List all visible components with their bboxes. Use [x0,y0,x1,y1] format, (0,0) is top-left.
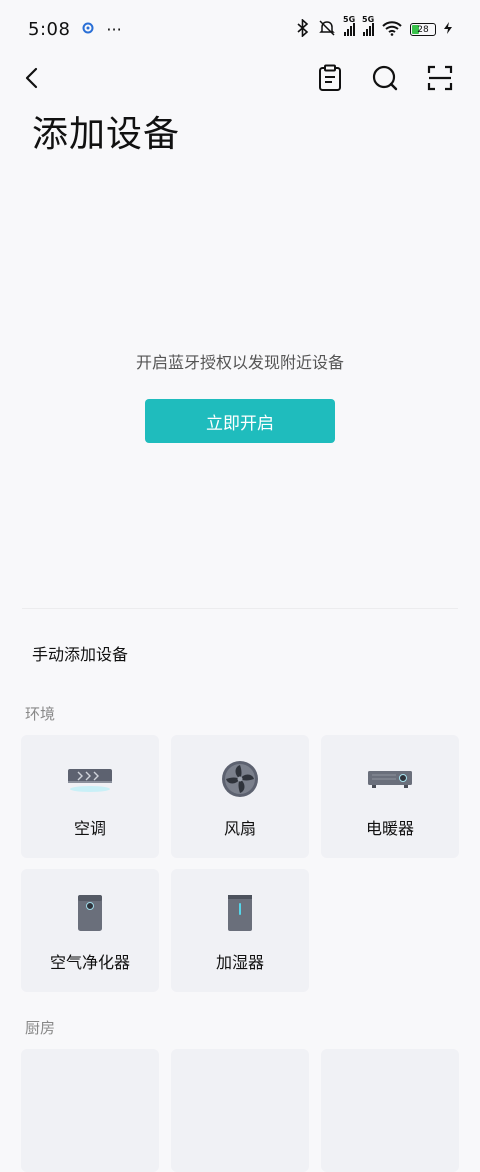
device-card-fan[interactable]: 风扇 [171,735,309,858]
scan-icon [427,65,453,91]
battery-icon: 28 [410,22,436,36]
scan-button[interactable] [422,60,458,96]
device-label: 风扇 [223,819,256,838]
network-type-label-2: 5G [362,15,375,24]
device-label: 空气净化器 [49,953,130,972]
app-notification-icon [82,19,94,39]
signal-strength-icon: 5G [343,15,355,36]
wifi-icon [382,20,402,39]
section-label-environment: 环境 [25,705,56,723]
more-notifications-icon: ··· [106,19,122,39]
page-title: 添加设备 [32,114,181,155]
charging-icon [444,21,452,37]
battery-level: 28 [417,24,429,35]
network-type-label: 5G [343,15,356,24]
search-button[interactable] [367,60,403,96]
manual-add-title: 手动添加设备 [32,645,129,664]
device-card-electric-heater[interactable]: 电暖器 [321,735,459,858]
toolbar [0,58,480,98]
electric-heater-icon [321,757,459,801]
device-card-kitchen[interactable] [21,1049,159,1172]
device-card-kitchen[interactable] [321,1049,459,1172]
device-list-button[interactable] [312,60,348,96]
bluetooth-icon [296,17,310,40]
device-card-humidifier[interactable]: 加湿器 [171,869,309,992]
humidifier-icon [171,891,309,935]
divider [22,608,458,609]
device-label: 加湿器 [215,953,264,972]
air-purifier-icon [21,891,159,935]
chevron-left-icon [25,67,38,89]
signal-strength-icon-2: 5G [362,15,374,36]
section-label-kitchen: 厨房 [25,1019,56,1037]
enable-bluetooth-button[interactable]: 立即开启 [145,399,335,443]
device-card-air-purifier[interactable]: 空气净化器 [21,869,159,992]
device-card-air-conditioner[interactable]: 空调 [21,735,159,858]
device-label: 电暖器 [365,819,414,838]
status-bar: 5:08 ··· 5G 5G 28 [0,0,480,58]
back-button[interactable] [14,60,50,96]
device-label: 空调 [73,819,106,838]
search-icon [372,65,398,91]
air-conditioner-icon [21,757,159,801]
clipboard-icon [319,64,341,91]
bluetooth-prompt-text: 开启蓝牙授权以发现附近设备 [135,353,344,372]
mute-icon [318,19,336,40]
device-card-kitchen[interactable] [171,1049,309,1172]
fan-icon [171,757,309,801]
status-time: 5:08 [28,18,71,40]
